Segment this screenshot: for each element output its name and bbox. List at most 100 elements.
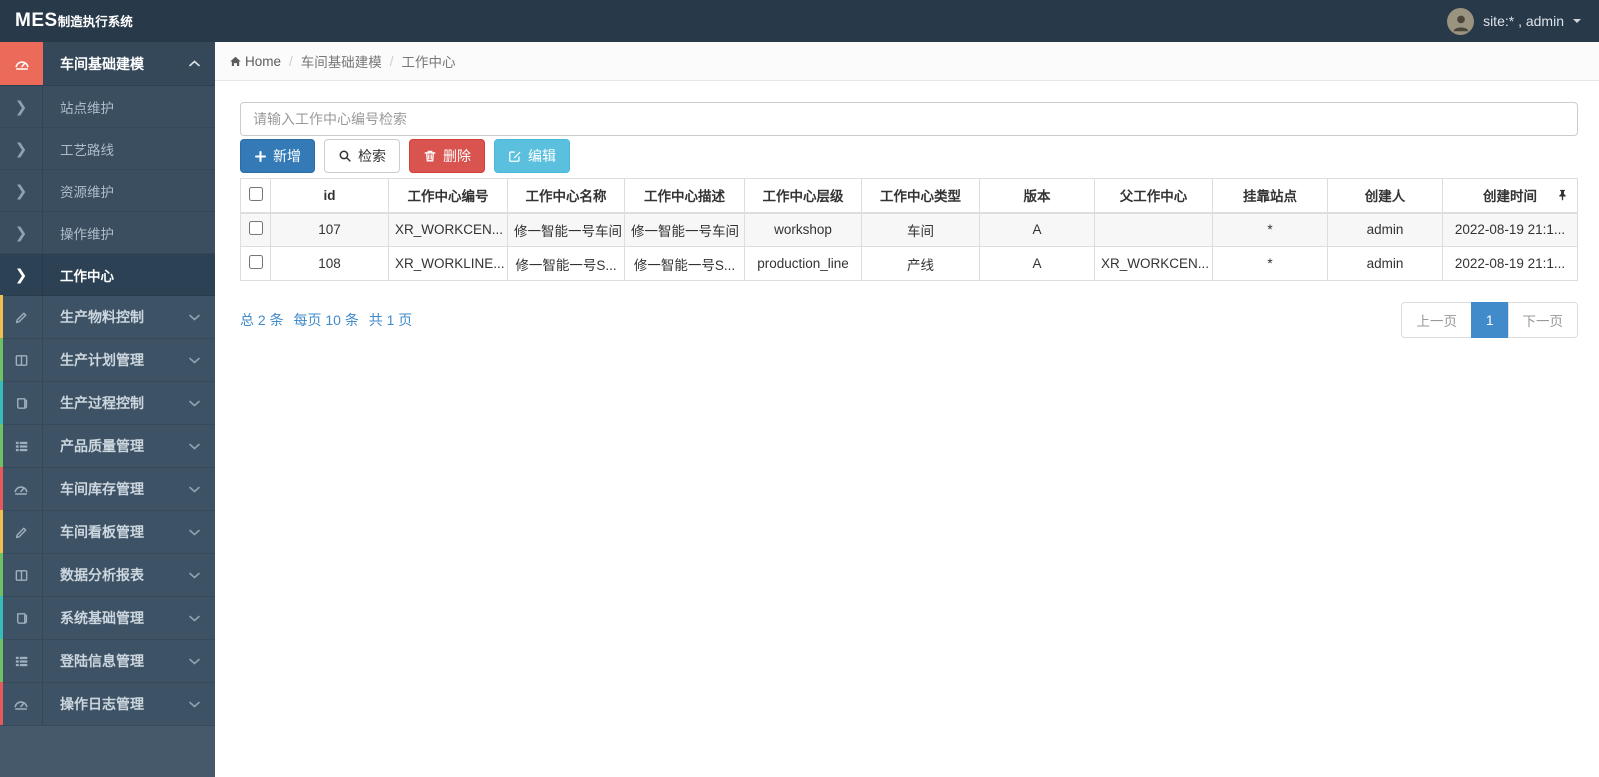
- sidebar-item-kanban-management[interactable]: 车间看板管理: [0, 510, 215, 554]
- sidebar-subitem-label: 资源维护: [60, 184, 114, 200]
- next-page-button[interactable]: 下一页: [1507, 302, 1578, 338]
- breadcrumb-item-current: 工作中心: [401, 55, 456, 70]
- chevron-down-icon: [189, 529, 200, 536]
- sidebar-item-label: 生产过程控制: [60, 395, 144, 411]
- row-checkbox[interactable]: [248, 255, 263, 269]
- header-created-time[interactable]: 创建时间: [1442, 178, 1578, 214]
- header-code[interactable]: 工作中心编号: [388, 178, 508, 214]
- cell-created-time: 2022-08-19 21:1...: [1442, 212, 1578, 247]
- dashboard-icon: [0, 683, 43, 725]
- sidebar-item-system-management[interactable]: 系统基础管理: [0, 596, 215, 640]
- header-id[interactable]: id: [270, 178, 389, 214]
- app-logo[interactable]: MES制造执行系统: [0, 10, 215, 32]
- search-icon: [339, 150, 351, 162]
- chevron-down-icon: [189, 615, 200, 622]
- chevron-down-icon: [189, 486, 200, 493]
- header-level[interactable]: 工作中心层级: [744, 178, 862, 214]
- pin-icon[interactable]: [1557, 189, 1568, 201]
- sidebar-item-workshop-modeling[interactable]: 车间基础建模: [0, 42, 215, 86]
- sidebar-item-inventory-management[interactable]: 车间库存管理: [0, 467, 215, 511]
- work-center-table: id 工作中心编号 工作中心名称 工作中心描述 工作中心层级 工作中心类型 版本…: [240, 178, 1578, 281]
- strip: [0, 682, 3, 725]
- add-button[interactable]: 新增: [240, 139, 315, 173]
- page-1-button[interactable]: 1: [1470, 302, 1509, 338]
- sidebar-item-label: 数据分析报表: [60, 567, 144, 583]
- header-parent[interactable]: 父工作中心: [1094, 178, 1213, 214]
- cell-creator: admin: [1327, 212, 1443, 247]
- cell-name: 修一智能一号S...: [507, 246, 625, 281]
- cell-id: 108: [270, 246, 389, 281]
- sidebar-item-material-control[interactable]: 生产物料控制: [0, 295, 215, 339]
- sidebar-item-label: 车间看板管理: [60, 524, 144, 540]
- sidebar-item-label: 车间基础建模: [60, 55, 144, 72]
- cell-parent: XR_WORKCEN...: [1094, 246, 1213, 281]
- prev-page-button[interactable]: 上一页: [1401, 302, 1472, 338]
- delete-button[interactable]: 删除: [409, 139, 485, 173]
- book-icon: [0, 382, 43, 424]
- cell-code: XR_WORKLINE...: [388, 246, 508, 281]
- header-station[interactable]: 挂靠站点: [1212, 178, 1328, 214]
- cell-description: 修一智能一号车间: [624, 212, 745, 247]
- strip: [0, 553, 3, 596]
- sidebar-item-label: 操作日志管理: [60, 696, 144, 712]
- header-creator[interactable]: 创建人: [1327, 178, 1443, 214]
- sidebar-subitem-station-maintenance[interactable]: ❯ 站点维护: [0, 86, 215, 128]
- search-button[interactable]: 检索: [324, 139, 400, 173]
- sidebar-item-quality-management[interactable]: 产品质量管理: [0, 424, 215, 468]
- user-label: site:* , admin: [1483, 13, 1564, 29]
- chevron-down-icon: [189, 658, 200, 665]
- sidebar-subitem-work-center[interactable]: ❯ 工作中心: [0, 254, 215, 296]
- strip: [0, 596, 3, 639]
- table-header-row: id 工作中心编号 工作中心名称 工作中心描述 工作中心层级 工作中心类型 版本…: [240, 178, 1578, 214]
- strip: [0, 639, 3, 682]
- cell-created-time: 2022-08-19 21:1...: [1442, 246, 1578, 281]
- pager: 上一页 1 下一页: [1401, 302, 1578, 338]
- dashboard-icon: [0, 468, 43, 510]
- top-navbar: MES制造执行系统 site:* , admin: [0, 0, 1599, 42]
- header-type[interactable]: 工作中心类型: [861, 178, 980, 214]
- sidebar-item-plan-management[interactable]: 生产计划管理: [0, 338, 215, 382]
- sidebar-subitem-operation-maintenance[interactable]: ❯ 操作维护: [0, 212, 215, 254]
- cell-version: A: [979, 212, 1095, 247]
- chevron-down-icon: [189, 400, 200, 407]
- cell-station: *: [1212, 212, 1328, 247]
- sidebar-subitem-label: 工艺路线: [60, 142, 114, 158]
- sidebar-subitem-label: 工作中心: [60, 268, 114, 284]
- sidebar-item-process-control[interactable]: 生产过程控制: [0, 381, 215, 425]
- select-all-checkbox[interactable]: [248, 186, 263, 201]
- sidebar-item-login-info-management[interactable]: 登陆信息管理: [0, 639, 215, 683]
- user-menu[interactable]: site:* , admin: [1447, 7, 1581, 35]
- toolbar: 新增 检索 删除 编辑: [240, 139, 1578, 173]
- sidebar-item-label: 生产物料控制: [60, 309, 144, 325]
- chevron-right-icon: ❯: [0, 128, 43, 169]
- header-version[interactable]: 版本: [979, 178, 1095, 214]
- summary-pages: 共 1 页: [368, 312, 413, 328]
- plus-icon: [254, 150, 267, 162]
- sidebar-subitem-resource-maintenance[interactable]: ❯ 资源维护: [0, 170, 215, 212]
- header-name[interactable]: 工作中心名称: [507, 178, 625, 214]
- avatar: [1447, 7, 1475, 35]
- header-description[interactable]: 工作中心描述: [624, 178, 745, 214]
- header-select-all: [240, 178, 271, 214]
- list-icon: [0, 425, 43, 467]
- row-checkbox[interactable]: [248, 221, 263, 236]
- chevron-down-icon: [189, 572, 200, 579]
- chevron-right-icon: ❯: [0, 254, 43, 295]
- pagination-bar: 总 2 条 每页 10 条 共 1 页 上一页 1 下一页: [240, 302, 1578, 338]
- sidebar-item-operation-log-management[interactable]: 操作日志管理: [0, 682, 215, 726]
- edit-icon: [0, 296, 43, 338]
- sidebar-item-label: 产品质量管理: [60, 438, 144, 454]
- sidebar-subitem-process-route[interactable]: ❯ 工艺路线: [0, 128, 215, 170]
- person-icon: [1453, 15, 1468, 32]
- strip: [0, 424, 3, 467]
- table-row[interactable]: 107 XR_WORKCEN... 修一智能一号车间 修一智能一号车间 work…: [240, 212, 1578, 247]
- table-row[interactable]: 108 XR_WORKLINE... 修一智能一号S... 修一智能一号S...…: [240, 246, 1578, 281]
- app-logo-primary: MES: [15, 10, 58, 31]
- search-input[interactable]: [240, 102, 1578, 136]
- sidebar-item-analytics-reports[interactable]: 数据分析报表: [0, 553, 215, 597]
- breadcrumb-home[interactable]: Home: [229, 54, 281, 69]
- cell-creator: admin: [1327, 246, 1443, 281]
- edit-button[interactable]: 编辑: [494, 139, 570, 173]
- strip: [0, 467, 3, 510]
- content: 新增 检索 删除 编辑: [215, 81, 1599, 338]
